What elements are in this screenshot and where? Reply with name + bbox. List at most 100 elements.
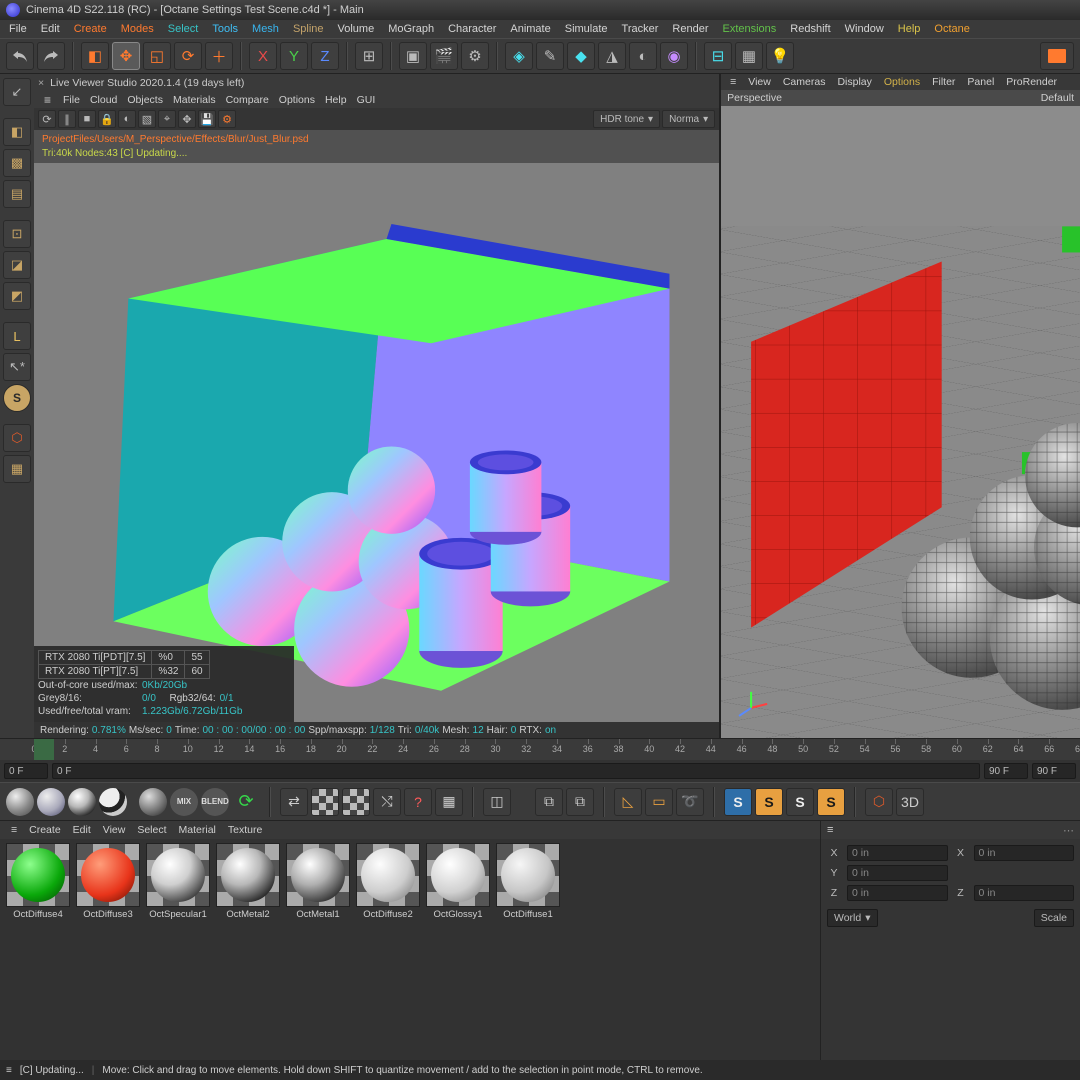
menu-edit[interactable]: Edit [36, 22, 65, 36]
axis-x-toggle[interactable]: X [249, 42, 277, 70]
edge-mode-button[interactable]: ◪ [3, 251, 31, 279]
magnet-snap-button[interactable]: ⬡ [3, 424, 31, 452]
boole-button[interactable]: ◐ [629, 42, 657, 70]
recent-tool[interactable]: ＋ [205, 42, 233, 70]
material-octglossy1[interactable]: OctGlossy1 [424, 843, 492, 920]
render-view-button[interactable]: ▣ [399, 42, 427, 70]
hamburger-icon[interactable]: ≡ [725, 76, 741, 88]
vp-menu-options[interactable]: Options [879, 76, 925, 88]
tex-help-button[interactable]: ? [404, 788, 432, 816]
frame-current-field[interactable]: 0 F [52, 763, 980, 779]
snap-toggle-button[interactable]: S [3, 384, 31, 412]
polygon-mode-button[interactable]: ◩ [3, 282, 31, 310]
menu-character[interactable]: Character [443, 22, 501, 36]
field-button[interactable]: ⊟ [704, 42, 732, 70]
mat-metallic-icon[interactable] [99, 788, 127, 816]
lv-pick-button[interactable]: ✥ [178, 110, 196, 128]
viewport-preset[interactable]: Default [1041, 92, 1074, 104]
hamburger-icon[interactable]: ≡ [6, 1065, 12, 1076]
material-octdiffuse3[interactable]: OctDiffuse3 [74, 843, 142, 920]
viewport-scene[interactable] [721, 106, 1080, 738]
mat-menu-material[interactable]: Material [174, 824, 221, 836]
make-editable-button[interactable]: ↙ [3, 78, 31, 106]
live-viewer-scene[interactable]: RTX 2080 Ti[PDT][7.5]%055 RTX 2080 Ti[PT… [34, 163, 719, 722]
mat-mix-icon[interactable]: MIX [170, 788, 198, 816]
volume-button[interactable]: ◉ [660, 42, 688, 70]
lv-stop-button[interactable]: ■ [78, 110, 96, 128]
lv-menu-gui[interactable]: GUI [353, 94, 380, 106]
lv-menu-cloud[interactable]: Cloud [86, 94, 121, 106]
tweak-mode-button[interactable]: ↖* [3, 353, 31, 381]
live-viewer-tab[interactable]: × Live Viewer Studio 2020.1.4 (19 days l… [34, 74, 719, 92]
vp-menu-display[interactable]: Display [832, 76, 876, 88]
menu-mograph[interactable]: MoGraph [383, 22, 439, 36]
layout-button[interactable] [1040, 42, 1074, 70]
mat-universal-icon[interactable] [139, 788, 167, 816]
mat-menu-texture[interactable]: Texture [223, 824, 267, 836]
cube-primitive-button[interactable]: ◈ [505, 42, 533, 70]
select-tool[interactable]: ◧ [81, 42, 109, 70]
sel-lasso-button[interactable]: ➰ [676, 788, 704, 816]
mat-menu-view[interactable]: View [98, 824, 131, 836]
undo-button[interactable] [6, 42, 34, 70]
hamburger-icon[interactable]: ≡ [40, 93, 55, 107]
menu-mesh[interactable]: Mesh [247, 22, 284, 36]
camera-button[interactable]: ▦ [735, 42, 763, 70]
tex-checker-button[interactable] [311, 788, 339, 816]
menu-window[interactable]: Window [840, 22, 889, 36]
snap-magnet-button[interactable]: ⬡ [865, 788, 893, 816]
mat-diffuse-icon[interactable] [6, 788, 34, 816]
mat-menu-create[interactable]: Create [24, 824, 66, 836]
texture-mode-button[interactable]: ▩ [3, 149, 31, 177]
link-button[interactable]: ⧉ [535, 788, 563, 816]
tex-grid-button[interactable]: ▦ [435, 788, 463, 816]
frame-end2-field[interactable]: 90 F [1032, 763, 1076, 779]
hamburger-icon[interactable]: ≡ [6, 824, 22, 836]
timeline-ruler[interactable]: 0246810121416182022242628303234363840424… [0, 738, 1080, 760]
frame-start-field[interactable]: 0 F [4, 763, 48, 779]
live-viewer-menubar[interactable]: ≡ FileCloudObjectsMaterialsCompareOption… [34, 92, 719, 108]
menu-tools[interactable]: Tools [207, 22, 243, 36]
menu-extensions[interactable]: Extensions [717, 22, 781, 36]
transform-type-select[interactable]: Scale [1034, 909, 1074, 927]
point-mode-button[interactable]: ⊡ [3, 220, 31, 248]
subdivision-button[interactable]: ◆ [567, 42, 595, 70]
menu-simulate[interactable]: Simulate [560, 22, 613, 36]
snap-s1-button[interactable]: S [724, 788, 752, 816]
vp-menu-panel[interactable]: Panel [962, 76, 999, 88]
vp-menu-filter[interactable]: Filter [927, 76, 960, 88]
main-menubar[interactable]: FileEditCreateModesSelectToolsMeshSpline… [0, 20, 1080, 38]
menu-animate[interactable]: Animate [505, 22, 555, 36]
lv-restart-button[interactable]: ⟳ [38, 110, 56, 128]
material-grid[interactable]: OctDiffuse4OctDiffuse3OctSpecular1OctMet… [0, 839, 820, 1060]
mat-glossy-icon[interactable] [37, 788, 65, 816]
material-octspecular1[interactable]: OctSpecular1 [144, 843, 212, 920]
snap-s3-button[interactable]: S [786, 788, 814, 816]
pos-x-field[interactable]: 0 in [847, 845, 948, 861]
coord-system-button[interactable]: ⊞ [355, 42, 383, 70]
material-octdiffuse1[interactable]: OctDiffuse1 [494, 843, 562, 920]
material-octmetal2[interactable]: OctMetal2 [214, 843, 282, 920]
mat-blend-icon[interactable]: BLEND [201, 788, 229, 816]
move-tool[interactable]: ✥ [112, 42, 140, 70]
snap-s4-button[interactable]: S [817, 788, 845, 816]
scale-z-field[interactable]: 0 in [974, 885, 1075, 901]
material-octmetal1[interactable]: OctMetal1 [284, 843, 352, 920]
tex-checker2-button[interactable] [342, 788, 370, 816]
lv-menu-file[interactable]: File [59, 94, 84, 106]
node-editor-button[interactable]: ⇄ [280, 788, 308, 816]
pos-y-field[interactable]: 0 in [847, 865, 948, 881]
link2-button[interactable]: ⧉ [566, 788, 594, 816]
lv-menu-options[interactable]: Options [275, 94, 319, 106]
frame-end-field[interactable]: 90 F [984, 763, 1028, 779]
timeline-playhead[interactable] [34, 739, 54, 760]
workplane2-button[interactable]: ▦ [3, 455, 31, 483]
pos-z-field[interactable]: 0 in [847, 885, 948, 901]
snap-3d-button[interactable]: 3D [896, 788, 924, 816]
lv-pause-button[interactable]: ∥ [58, 110, 76, 128]
render-pv-button[interactable]: 🎬 [430, 42, 458, 70]
mat-menu-edit[interactable]: Edit [68, 824, 96, 836]
mat-menu-select[interactable]: Select [132, 824, 171, 836]
vp-menu-prorender[interactable]: ProRender [1001, 76, 1062, 88]
snap-s2-button[interactable]: S [755, 788, 783, 816]
